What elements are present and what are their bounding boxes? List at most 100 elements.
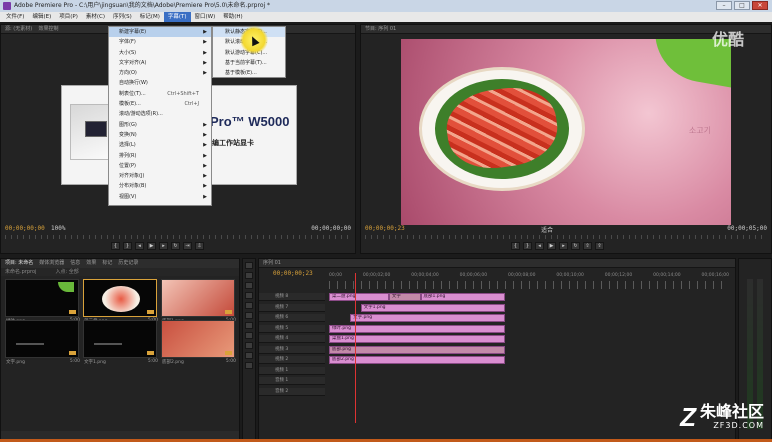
slide-tool-icon[interactable] xyxy=(245,332,253,339)
menu-4[interactable]: 序列(S) xyxy=(109,12,136,22)
menu-3[interactable]: 素材(C) xyxy=(82,12,109,22)
timeline-clip[interactable]: 菜二盘.png xyxy=(329,293,389,301)
bin-filter[interactable]: 入点: 全部 xyxy=(55,269,78,275)
prog-mark-in-button[interactable]: { xyxy=(511,242,520,250)
slip-tool-icon[interactable] xyxy=(245,322,253,329)
project-tab[interactable]: 媒体浏览器 xyxy=(39,259,64,268)
tab-source[interactable]: 源: (无素材) xyxy=(5,26,32,32)
loop-button[interactable]: ↻ xyxy=(171,242,180,250)
project-item-thumbnail[interactable]: 绿叶.png5:00 xyxy=(5,279,80,324)
selection-tool-icon[interactable] xyxy=(245,262,253,269)
title-menu-item[interactable]: 对齐对象(J) ▶ xyxy=(109,171,211,181)
lift-button[interactable]: ⇧ xyxy=(583,242,592,250)
track-header[interactable]: 视频 2 xyxy=(259,356,325,364)
program-timecode-in[interactable]: 00;00;00;23 xyxy=(365,225,405,232)
source-ruler[interactable] xyxy=(5,235,351,239)
new-title-option[interactable]: 基于当前字幕(T)... xyxy=(213,58,285,68)
menu-0[interactable]: 文件(F) xyxy=(2,12,28,22)
timeline-timecode[interactable]: 00;00;00;23 xyxy=(273,270,313,277)
timeline-track[interactable]: 音频 1 xyxy=(259,377,735,385)
timeline-track[interactable]: 视频 4 菜盘1.png xyxy=(259,335,735,343)
track-header[interactable]: 视频 7 xyxy=(259,303,325,312)
step-forward-button[interactable]: ▸ xyxy=(159,242,168,250)
title-menu-item[interactable]: 字体(F) ▶ xyxy=(109,37,211,47)
project-item-thumbnail[interactable]: 菜二盘.png5:00 xyxy=(83,279,158,324)
extract-button[interactable]: ⇪ xyxy=(595,242,604,250)
title-menu-item[interactable]: 位置(P) ▶ xyxy=(109,161,211,171)
title-menu-item[interactable]: 制表位(T)... Ctrl+Shift+T xyxy=(109,89,211,99)
title-menu-item[interactable]: 大小(S) ▶ xyxy=(109,48,211,58)
project-item-thumbnail[interactable]: 文字1.png 5:00 xyxy=(83,320,158,365)
play-button[interactable]: ▶ xyxy=(147,242,156,250)
track-header[interactable]: 视频 4 xyxy=(259,335,325,343)
program-ruler[interactable] xyxy=(365,235,767,239)
timeline-track[interactable]: 视频 1 xyxy=(259,366,735,375)
timeline-track[interactable]: 视频 6 文字.png xyxy=(259,314,735,322)
playhead[interactable] xyxy=(355,273,356,423)
track-header[interactable]: 音频 2 xyxy=(259,387,325,396)
menu-1[interactable]: 编辑(E) xyxy=(28,12,55,22)
rolling-edit-tool-icon[interactable] xyxy=(245,292,253,299)
timeline-tab[interactable]: 序列 01 xyxy=(259,259,735,268)
title-menu-item[interactable]: 变换(N) ▶ xyxy=(109,130,211,140)
zoom-tool-icon[interactable] xyxy=(245,362,253,369)
track-header[interactable]: 视频 3 xyxy=(259,345,325,354)
prog-step-forward-button[interactable]: ▸ xyxy=(559,242,568,250)
razor-tool-icon[interactable] xyxy=(245,312,253,319)
menu-7[interactable]: 窗口(W) xyxy=(191,12,220,22)
ripple-edit-tool-icon[interactable] xyxy=(245,282,253,289)
title-menu-item[interactable]: 新建字幕(E) ▶ xyxy=(109,27,211,38)
title-menu-item[interactable]: 排列(R) ▶ xyxy=(109,151,211,161)
insert-button[interactable]: ⇥ xyxy=(183,242,192,250)
source-zoom[interactable]: 100% xyxy=(51,225,65,232)
timeline-track[interactable]: 视频 2 底部2.png xyxy=(259,356,735,364)
mark-out-button[interactable]: } xyxy=(123,242,132,250)
title-menu-item[interactable]: 选择(L) ▶ xyxy=(109,140,211,150)
project-tab[interactable]: 历史记录 xyxy=(118,259,138,268)
overlay-button[interactable]: ⇩ xyxy=(195,242,204,250)
track-select-tool-icon[interactable] xyxy=(245,272,253,279)
source-timecode-in[interactable]: 00;00;00;00 xyxy=(5,225,45,232)
hand-tool-icon[interactable] xyxy=(245,352,253,359)
title-menu-item[interactable]: 自动换行(W) xyxy=(109,78,211,88)
project-tab[interactable]: 效果 xyxy=(86,259,96,268)
title-menu-item[interactable]: 滚动/游动选项(R)... xyxy=(109,109,211,119)
prog-step-back-button[interactable]: ◂ xyxy=(535,242,544,250)
title-menu-item[interactable]: 分布对象(B) ▶ xyxy=(109,181,211,191)
project-tab[interactable]: 项目: 未命名 xyxy=(5,259,33,268)
track-header[interactable]: 视频 6 xyxy=(259,314,325,322)
title-menu-item[interactable]: 文字对齐(A) ▶ xyxy=(109,58,211,68)
title-menu-item[interactable]: 图形(G) ▶ xyxy=(109,120,211,130)
timeline-track[interactable]: 视频 8 菜二盘.png 文字 底部1.png xyxy=(259,293,735,301)
track-header[interactable]: 视频 5 xyxy=(259,324,325,333)
prog-mark-out-button[interactable]: } xyxy=(523,242,532,250)
timeline-track[interactable]: 视频 3 底部.png xyxy=(259,345,735,354)
title-menu-item[interactable]: 模板(E)... Ctrl+J xyxy=(109,99,211,109)
track-header[interactable]: 音频 1 xyxy=(259,377,325,385)
project-item-thumbnail[interactable]: 底部1.png5:00 xyxy=(161,279,236,324)
program-monitor-tab[interactable]: 节目: 序列 01 xyxy=(361,25,771,34)
project-tab[interactable]: 标记 xyxy=(102,259,112,268)
pen-tool-icon[interactable] xyxy=(245,342,253,349)
track-header[interactable]: 视频 8 xyxy=(259,293,325,301)
prog-play-button[interactable]: ▶ xyxy=(547,242,556,250)
timeline-track[interactable]: 音频 2 xyxy=(259,387,735,396)
program-zoom[interactable]: 适合 xyxy=(541,225,553,234)
timeline-track[interactable]: 视频 7 文字1.png xyxy=(259,303,735,312)
mark-in-button[interactable]: { xyxy=(111,242,120,250)
project-tab[interactable]: 信息 xyxy=(70,259,80,268)
timeline-clip[interactable]: 文字1.png xyxy=(360,303,505,312)
new-title-option[interactable]: 基于模板(E)... xyxy=(213,68,285,78)
step-back-button[interactable]: ◂ xyxy=(135,242,144,250)
project-item-thumbnail[interactable]: 底部2.png 5:00 xyxy=(161,320,236,365)
menu-5[interactable]: 标记(M) xyxy=(136,12,164,22)
menu-2[interactable]: 项目(P) xyxy=(55,12,82,22)
timeline-ruler[interactable] xyxy=(329,281,729,289)
tab-effect-controls[interactable]: 效果控制 xyxy=(39,26,59,32)
menu-8[interactable]: 帮助(H) xyxy=(219,12,246,22)
title-menu-item[interactable]: 视图(V) ▶ xyxy=(109,192,211,202)
minimize-button[interactable]: – xyxy=(716,1,732,10)
timeline-clip[interactable]: 文字 xyxy=(388,293,421,301)
track-header[interactable]: 视频 1 xyxy=(259,366,325,375)
timeline-clip[interactable]: 底部1.png xyxy=(420,293,505,301)
